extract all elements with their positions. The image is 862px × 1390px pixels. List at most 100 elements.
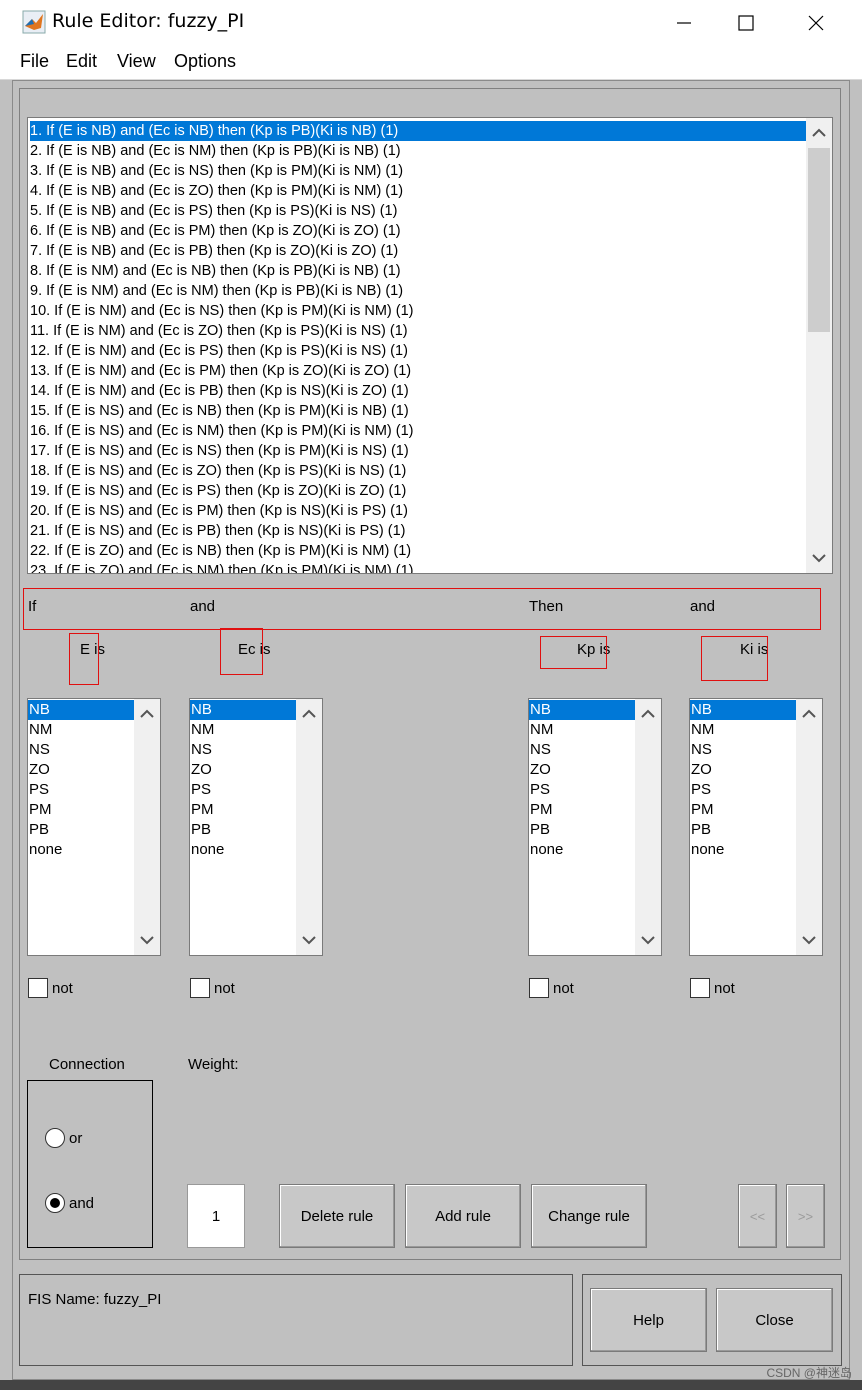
option-item[interactable]: NB	[529, 700, 635, 720]
rule-item[interactable]: 1. If (E is NB) and (Ec is NB) then (Kp …	[30, 121, 808, 141]
option-item[interactable]: NM	[190, 720, 214, 740]
rule-item[interactable]: 5. If (E is NB) and (Ec is PS) then (Kp …	[30, 201, 397, 221]
maximize-button[interactable]	[726, 8, 766, 38]
option-item[interactable]: PB	[690, 820, 711, 840]
option-item[interactable]: NS	[529, 740, 551, 760]
scroll-up-arrow[interactable]	[796, 703, 822, 723]
delete-rule-button[interactable]: Delete rule	[279, 1184, 395, 1248]
ki-options-listbox[interactable]: NB NM NS ZO PS PM PB none	[689, 698, 823, 956]
not-checkbox-ec[interactable]	[190, 978, 210, 998]
rule-item[interactable]: 23. If (E is ZO) and (Ec is NM) then (Kp…	[30, 561, 414, 573]
rule-item[interactable]: 21. If (E is NS) and (Ec is PB) then (Kp…	[30, 521, 406, 541]
option-item[interactable]: PM	[690, 800, 714, 820]
option-item[interactable]: PM	[529, 800, 553, 820]
option-item[interactable]: none	[28, 840, 62, 860]
scroll-thumb[interactable]	[808, 148, 830, 332]
option-item[interactable]: PS	[529, 780, 550, 800]
menu-options[interactable]: Options	[174, 51, 236, 72]
scroll-down-arrow[interactable]	[134, 931, 160, 951]
option-item[interactable]: PS	[28, 780, 49, 800]
rule-item[interactable]: 8. If (E is NM) and (Ec is NB) then (Kp …	[30, 261, 401, 281]
connection-title: Connection	[49, 1056, 125, 1073]
menu-edit[interactable]: Edit	[66, 51, 97, 72]
rule-item[interactable]: 2. If (E is NB) and (Ec is NM) then (Kp …	[30, 141, 401, 161]
not-checkbox-kp[interactable]	[529, 978, 549, 998]
rule-item[interactable]: 22. If (E is ZO) and (Ec is NB) then (Kp…	[30, 541, 411, 561]
scroll-down-arrow[interactable]	[635, 931, 661, 951]
rule-item[interactable]: 6. If (E is NB) and (Ec is PM) then (Kp …	[30, 221, 401, 241]
and-radio[interactable]	[45, 1193, 65, 1213]
rules-listbox[interactable]: 1. If (E is NB) and (Ec is NB) then (Kp …	[27, 117, 833, 574]
rule-item[interactable]: 7. If (E is NB) and (Ec is PB) then (Kp …	[30, 241, 398, 261]
menu-file[interactable]: File	[20, 51, 49, 72]
option-item[interactable]: PB	[529, 820, 550, 840]
rule-item[interactable]: 14. If (E is NM) and (Ec is PB) then (Kp…	[30, 381, 409, 401]
option-item[interactable]: NB	[28, 700, 134, 720]
option-item[interactable]: PS	[190, 780, 211, 800]
option-item[interactable]: PM	[28, 800, 52, 820]
options-scrollbar[interactable]	[134, 699, 160, 955]
scroll-up-arrow[interactable]	[635, 703, 661, 723]
option-item[interactable]: PM	[190, 800, 214, 820]
not-checkbox-e[interactable]	[28, 978, 48, 998]
minimize-icon	[677, 22, 691, 24]
option-item[interactable]: none	[690, 840, 724, 860]
rules-scrollbar[interactable]	[806, 118, 832, 573]
rule-item[interactable]: 11. If (E is NM) and (Ec is ZO) then (Kp…	[30, 321, 408, 341]
scroll-down-arrow[interactable]	[296, 931, 322, 951]
rule-item[interactable]: 20. If (E is NS) and (Ec is PM) then (Kp…	[30, 501, 408, 521]
option-item[interactable]: none	[529, 840, 563, 860]
ec-options-listbox[interactable]: NB NM NS ZO PS PM PB none	[189, 698, 323, 956]
rule-item[interactable]: 4. If (E is NB) and (Ec is ZO) then (Kp …	[30, 181, 403, 201]
rule-item[interactable]: 18. If (E is NS) and (Ec is ZO) then (Kp…	[30, 461, 406, 481]
kp-options-listbox[interactable]: NB NM NS ZO PS PM PB none	[528, 698, 662, 956]
option-item[interactable]: NM	[28, 720, 52, 740]
weight-input[interactable]: 1	[187, 1184, 245, 1248]
rule-item[interactable]: 3. If (E is NB) and (Ec is NS) then (Kp …	[30, 161, 403, 181]
rule-item[interactable]: 16. If (E is NS) and (Ec is NM) then (Kp…	[30, 421, 414, 441]
scroll-down-arrow[interactable]	[806, 549, 832, 569]
option-item[interactable]: PS	[690, 780, 711, 800]
rule-item[interactable]: 17. If (E is NS) and (Ec is NS) then (Kp…	[30, 441, 409, 461]
rule-item[interactable]: 9. If (E is NM) and (Ec is NM) then (Kp …	[30, 281, 403, 301]
option-item[interactable]: ZO	[190, 760, 212, 780]
change-rule-button[interactable]: Change rule	[531, 1184, 647, 1248]
previous-rule-button[interactable]: <<	[738, 1184, 777, 1248]
option-item[interactable]: NB	[690, 700, 796, 720]
option-item[interactable]: PB	[190, 820, 211, 840]
scroll-down-arrow[interactable]	[796, 931, 822, 951]
option-item[interactable]: NM	[529, 720, 553, 740]
scroll-up-arrow[interactable]	[806, 122, 832, 142]
option-item[interactable]: NS	[28, 740, 50, 760]
option-item[interactable]: NS	[190, 740, 212, 760]
rule-item[interactable]: 15. If (E is NS) and (Ec is NB) then (Kp…	[30, 401, 409, 421]
option-item[interactable]: NB	[190, 700, 296, 720]
rule-item[interactable]: 19. If (E is NS) and (Ec is PS) then (Kp…	[30, 481, 406, 501]
option-item[interactable]: none	[190, 840, 224, 860]
option-item[interactable]: PB	[28, 820, 49, 840]
option-item[interactable]: NM	[690, 720, 714, 740]
scroll-up-arrow[interactable]	[296, 703, 322, 723]
e-options-listbox[interactable]: NB NM NS ZO PS PM PB none	[27, 698, 161, 956]
rule-item[interactable]: 13. If (E is NM) and (Ec is PM) then (Kp…	[30, 361, 411, 381]
close-window-button[interactable]	[796, 8, 836, 38]
not-label-ki: not	[714, 980, 735, 997]
option-item[interactable]: ZO	[529, 760, 551, 780]
options-scrollbar[interactable]	[296, 699, 322, 955]
rule-item[interactable]: 12. If (E is NM) and (Ec is PS) then (Kp…	[30, 341, 408, 361]
or-radio[interactable]	[45, 1128, 65, 1148]
options-scrollbar[interactable]	[796, 699, 822, 955]
close-button[interactable]: Close	[716, 1288, 833, 1352]
minimize-button[interactable]	[664, 8, 704, 38]
option-item[interactable]: NS	[690, 740, 712, 760]
rule-item[interactable]: 10. If (E is NM) and (Ec is NS) then (Kp…	[30, 301, 414, 321]
options-scrollbar[interactable]	[635, 699, 661, 955]
add-rule-button[interactable]: Add rule	[405, 1184, 521, 1248]
not-checkbox-ki[interactable]	[690, 978, 710, 998]
option-item[interactable]: ZO	[690, 760, 712, 780]
scroll-up-arrow[interactable]	[134, 703, 160, 723]
help-button[interactable]: Help	[590, 1288, 707, 1352]
next-rule-button[interactable]: >>	[786, 1184, 825, 1248]
option-item[interactable]: ZO	[28, 760, 50, 780]
menu-view[interactable]: View	[117, 51, 156, 72]
